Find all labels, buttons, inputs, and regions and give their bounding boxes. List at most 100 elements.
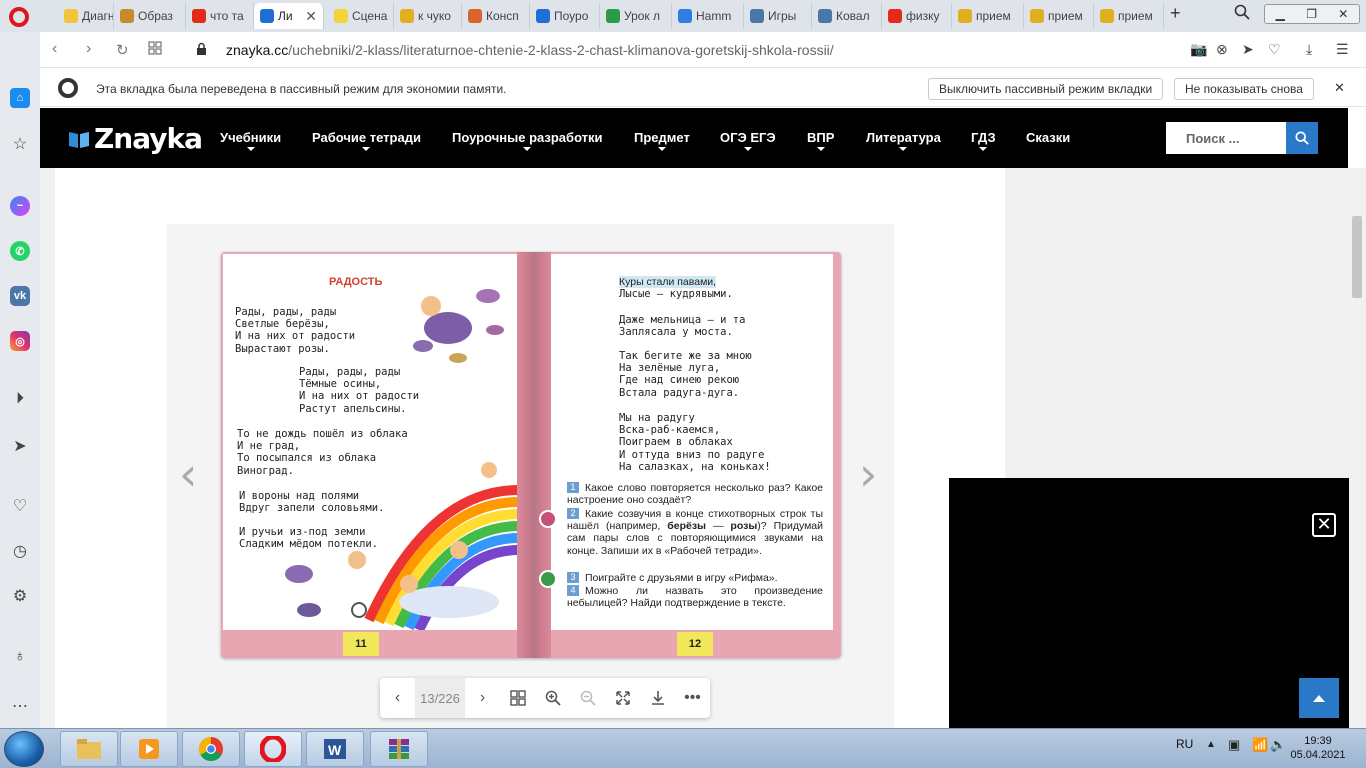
send-icon[interactable]: ➤: [1242, 41, 1254, 58]
nav-menu-item[interactable]: ОГЭ ЕГЭ: [720, 130, 776, 151]
explorer-taskbar-icon[interactable]: [60, 731, 118, 767]
browser-tab[interactable]: Игры: [744, 3, 812, 29]
tab-label: физку: [906, 9, 940, 23]
easy-setup-icon[interactable]: ☰: [1336, 41, 1349, 58]
start-button[interactable]: [4, 731, 44, 767]
zoom-out-icon[interactable]: [570, 678, 605, 718]
flow-icon[interactable]: ➤: [10, 436, 30, 456]
toolbar-prev-icon[interactable]: ‹: [380, 678, 415, 718]
more-options-icon[interactable]: •••: [675, 678, 710, 718]
lock-icon[interactable]: [196, 42, 207, 61]
system-clock[interactable]: 19:39 05.04.2021: [1286, 734, 1350, 762]
speed-dial-home-icon[interactable]: ⌂: [10, 88, 30, 108]
download-icon[interactable]: ⤓: [1306, 41, 1312, 58]
dropdown-caret-icon: [816, 147, 825, 151]
speed-dial-icon[interactable]: [148, 41, 162, 60]
instagram-icon[interactable]: ◎: [10, 331, 30, 351]
word-taskbar-icon[interactable]: W: [306, 731, 364, 767]
browser-tab[interactable]: Ли ✕: [254, 3, 324, 29]
scroll-to-top-button[interactable]: [1299, 678, 1339, 718]
notebook-badge-icon: [539, 510, 557, 528]
star-icon[interactable]: ☆: [10, 134, 30, 154]
vk-icon[interactable]: vk: [10, 286, 30, 306]
tips-bulb-icon[interactable]: ♁: [10, 648, 30, 668]
messenger-icon[interactable]: ~: [10, 196, 30, 216]
player-icon[interactable]: ⏵: [10, 390, 30, 410]
close-tab-icon[interactable]: ✕: [305, 8, 317, 25]
next-page-arrow[interactable]: ›: [859, 451, 877, 497]
browser-tab[interactable]: Hamm: [672, 3, 744, 29]
maximize-button[interactable]: ❐: [1306, 7, 1317, 21]
nav-menu-label: ОГЭ ЕГЭ: [720, 130, 776, 145]
snapshot-icon[interactable]: 📷: [1190, 41, 1207, 58]
browser-tab[interactable]: физку: [882, 3, 952, 29]
network-tray-icon[interactable]: ▣: [1228, 737, 1240, 753]
browser-tab[interactable]: Диагн: [58, 3, 114, 29]
browser-tab[interactable]: Урок л: [600, 3, 672, 29]
nav-menu-item[interactable]: Предмет: [634, 130, 690, 151]
toolbar-next-icon[interactable]: ›: [465, 678, 500, 718]
signal-tray-icon[interactable]: 📶: [1252, 737, 1268, 753]
adblock-icon[interactable]: ⊗: [1216, 41, 1228, 58]
whatsapp-icon[interactable]: ✆: [10, 241, 30, 261]
opera-menu-icon[interactable]: [9, 7, 29, 27]
browser-tab[interactable]: Сцена: [328, 3, 394, 29]
more-icon[interactable]: ⋯: [10, 696, 30, 716]
dropdown-caret-icon: [899, 147, 908, 151]
show-hidden-icons-icon[interactable]: ▲: [1206, 739, 1216, 750]
search-input[interactable]: [1166, 122, 1286, 154]
chrome-taskbar-icon[interactable]: [182, 731, 240, 767]
opera-taskbar-icon[interactable]: [244, 731, 302, 767]
thumbnails-icon[interactable]: [500, 678, 535, 718]
close-infobar-icon[interactable]: ✕: [1334, 80, 1345, 96]
browser-tab[interactable]: прием: [952, 3, 1024, 29]
browser-tab[interactable]: Консп: [462, 3, 530, 29]
close-popup-icon[interactable]: ✕: [1312, 513, 1336, 537]
nav-menu-item[interactable]: Учебники: [220, 130, 281, 151]
nav-menu-item[interactable]: ВПР: [807, 130, 834, 151]
nav-menu-item[interactable]: ГДЗ: [971, 130, 996, 151]
nav-menu-item[interactable]: Поурочные разработки: [452, 130, 603, 151]
page-number-right: 12: [677, 632, 713, 656]
new-tab-button[interactable]: +: [1170, 3, 1181, 23]
fullscreen-icon[interactable]: [605, 678, 640, 718]
media-player-taskbar-icon[interactable]: [120, 731, 178, 767]
zoom-in-icon[interactable]: [535, 678, 570, 718]
bookmark-heart-icon[interactable]: ♡: [1268, 41, 1281, 58]
nav-menu-item[interactable]: Рабочие тетради: [312, 130, 421, 151]
disable-passive-mode-button[interactable]: Выключить пассивный режим вкладки: [928, 78, 1164, 100]
dont-show-again-button[interactable]: Не показывать снова: [1174, 78, 1314, 100]
page-counter[interactable]: 13/226: [415, 678, 465, 718]
browser-tab[interactable]: Образ: [114, 3, 186, 29]
nav-menu-item[interactable]: Сказки: [1026, 130, 1070, 145]
browser-tab[interactable]: к чуко: [394, 3, 462, 29]
browser-tab[interactable]: Ковал: [812, 3, 882, 29]
history-icon[interactable]: ◷: [10, 541, 30, 561]
clock-date: 05.04.2021: [1290, 749, 1346, 761]
settings-gear-icon[interactable]: ⚙: [10, 586, 30, 606]
prev-page-arrow[interactable]: ‹: [179, 451, 197, 497]
browser-tab[interactable]: прием: [1024, 3, 1094, 29]
bookmarks-heart-icon[interactable]: ♡: [10, 496, 30, 516]
reload-button[interactable]: ↻: [116, 41, 129, 59]
language-indicator[interactable]: RU: [1176, 737, 1193, 751]
nav-menu-item[interactable]: Литература: [866, 130, 941, 151]
minimize-button[interactable]: ▁: [1276, 7, 1285, 21]
winrar-taskbar-icon[interactable]: [370, 731, 428, 767]
download-book-icon[interactable]: [640, 678, 675, 718]
search-button[interactable]: [1286, 122, 1318, 154]
scrollbar-thumb[interactable]: [1352, 216, 1362, 298]
browser-tab[interactable]: Поуро: [530, 3, 600, 29]
stanza: Даже мельница — и та Заплясала у моста.: [619, 314, 746, 339]
browser-tab[interactable]: прием: [1094, 3, 1164, 29]
url-field[interactable]: znayka.cc/uchebniki/2-klass/literaturnoe…: [226, 42, 834, 58]
page-scrollbar[interactable]: [1348, 168, 1366, 728]
browser-tab[interactable]: что та: [186, 3, 254, 29]
volume-tray-icon[interactable]: 🔈: [1270, 737, 1286, 753]
forward-button[interactable]: ›: [86, 40, 91, 58]
tab-bar: Диагн Образ что та Ли ✕ Сцена к чуко Консп Поуро…: [0, 0, 1366, 32]
search-tabs-icon[interactable]: [1234, 4, 1250, 24]
site-logo[interactable]: Znayka: [68, 122, 203, 155]
close-window-button[interactable]: ✕: [1338, 7, 1348, 21]
back-button[interactable]: ‹: [52, 40, 57, 58]
